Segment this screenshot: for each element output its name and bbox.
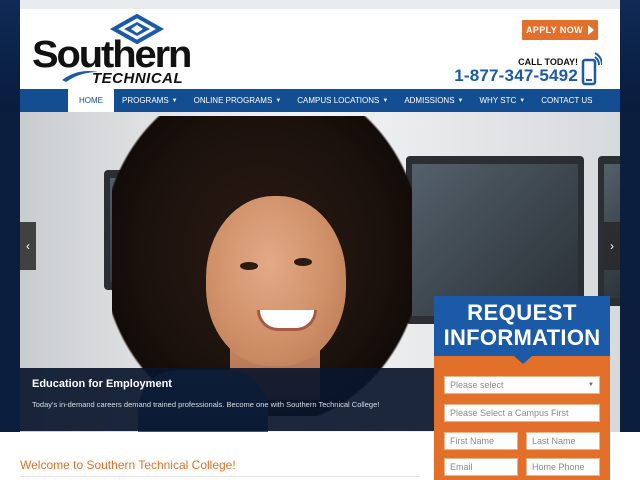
request-info-header: REQUEST INFORMATION — [434, 296, 610, 356]
nav-item-label: ADMISSIONS — [404, 96, 455, 105]
request-title-line1: REQUEST — [467, 300, 577, 325]
chevron-down-icon: ▼ — [588, 382, 594, 388]
nav-item-programs[interactable]: PROGRAMS ▼ — [114, 89, 186, 112]
nav-item-label: ONLINE PROGRAMS — [193, 96, 273, 105]
request-header-notch — [514, 356, 532, 364]
nav-item-label: CONTACT US — [541, 96, 593, 105]
last-name-placeholder: Last Name — [532, 436, 576, 446]
nav-item-label: PROGRAMS — [122, 96, 169, 105]
nav-item-label: CAMPUS LOCATIONS — [297, 96, 380, 105]
nav-item-contact-us[interactable]: CONTACT US — [533, 89, 600, 112]
campus-select-value: Please Select a Campus First — [450, 408, 569, 418]
mobile-phone-icon — [581, 52, 602, 86]
caret-down-icon: ▼ — [171, 97, 178, 104]
first-name-field[interactable]: First Name — [444, 432, 518, 450]
first-name-placeholder: First Name — [450, 436, 495, 446]
nav-item-home[interactable]: HOME — [68, 89, 114, 112]
caret-down-icon: ▼ — [382, 97, 389, 104]
play-arrow-icon — [588, 25, 595, 35]
last-name-field[interactable]: Last Name — [526, 432, 600, 450]
site-logo[interactable]: Southern TECHNICAL COLLEGE — [32, 14, 232, 104]
slider-prev-button[interactable]: ‹ — [20, 222, 36, 270]
nav-item-label: WHY STC — [479, 96, 517, 105]
student-photo-eye — [240, 262, 258, 270]
caret-down-icon: ▼ — [519, 97, 526, 104]
divider — [20, 476, 420, 477]
caret-down-icon: ▼ — [275, 97, 282, 104]
request-info-form: REQUEST INFORMATION Please select ▼ Plea… — [434, 296, 610, 480]
student-photo-face — [206, 196, 346, 366]
welcome-heading: Welcome to Southern Technical College! — [20, 458, 236, 472]
home-phone-placeholder: Home Phone — [532, 462, 585, 472]
email-field[interactable]: Email — [444, 458, 518, 476]
top-strip — [20, 0, 620, 9]
nav-item-online-programs[interactable]: ONLINE PROGRAMS ▼ — [186, 89, 290, 112]
slider-next-button[interactable]: › — [604, 222, 620, 270]
nav-item-campus-locations[interactable]: CAMPUS LOCATIONS ▼ — [289, 89, 396, 112]
apply-now-label: APPLY NOW — [525, 25, 584, 35]
caption-text: Today's in-demand careers demand trained… — [32, 400, 380, 409]
nav-items: HOME PROGRAMS ▼ ONLINE PROGRAMS ▼ CAMPUS LOCA… — [68, 89, 600, 112]
caret-down-icon: ▼ — [457, 97, 464, 104]
request-title-line2: INFORMATION — [443, 325, 601, 350]
request-form-body: Please select ▼ Please Select a Campus F… — [434, 356, 610, 480]
email-placeholder: Email — [450, 462, 473, 472]
home-phone-field[interactable]: Home Phone — [526, 458, 600, 476]
caption-title: Education for Employment — [32, 378, 172, 390]
apply-now-button[interactable]: APPLY NOW — [522, 20, 598, 40]
nav-item-label: HOME — [79, 96, 103, 105]
program-select-value: Please select — [450, 380, 504, 390]
student-photo-eye — [294, 258, 312, 266]
nav-item-why-stc[interactable]: WHY STC ▼ — [472, 89, 534, 112]
main-navigation: HOME PROGRAMS ▼ ONLINE PROGRAMS ▼ CAMPUS LOCA… — [20, 89, 620, 112]
phone-number-link[interactable]: 1-877-347-5492 — [440, 66, 578, 86]
nav-item-admissions[interactable]: ADMISSIONS ▼ — [396, 89, 471, 112]
campus-select[interactable]: Please Select a Campus First — [444, 404, 600, 422]
program-select[interactable]: Please select ▼ — [444, 376, 600, 394]
slide-caption: Education for Employment Today's in-dema… — [20, 368, 434, 431]
